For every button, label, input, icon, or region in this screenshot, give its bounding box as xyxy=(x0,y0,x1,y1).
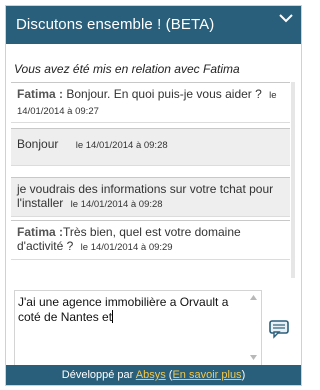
absys-link[interactable]: Absys xyxy=(136,369,166,381)
message-timestamp: le 14/01/2014 à 09:28 xyxy=(70,199,163,210)
message-input-value: J'ai une agence immobilière a Orvault a … xyxy=(18,295,229,324)
message-text: Bonjour xyxy=(17,137,59,151)
footer-prefix: Développé par xyxy=(61,369,136,381)
message-text: Bonjour. En quoi puis-je vous aider ? xyxy=(63,87,262,101)
chevron-down-icon[interactable] xyxy=(279,10,293,23)
footer-suffix: ) xyxy=(241,369,246,381)
input-scrollbar[interactable] xyxy=(247,292,260,364)
message-item: je voudrais des informations sur votre t… xyxy=(11,177,290,217)
triangle-down-icon[interactable] xyxy=(250,355,257,360)
message-list: Fatima : Bonjour. En quoi puis-je vous a… xyxy=(11,82,290,278)
message-item: Fatima : Bonjour. En quoi puis-je vous a… xyxy=(11,82,290,123)
chat-title: Discutons ensemble ! (BETA) xyxy=(16,16,215,33)
message-author: Fatima : xyxy=(17,225,64,239)
send-button[interactable] xyxy=(268,319,290,339)
footer: Développé par Absys (En savoir plus) xyxy=(6,365,301,385)
text-caret xyxy=(112,310,114,323)
message-input[interactable]: J'ai une agence immobilière a Orvault a … xyxy=(18,295,244,361)
chat-bubble-icon xyxy=(268,320,290,343)
chat-header: Discutons ensemble ! (BETA) xyxy=(6,6,301,44)
chat-widget: Discutons ensemble ! (BETA) Vous avez ét… xyxy=(5,5,302,386)
message-item: Fatima :Très bien, quel est votre domain… xyxy=(11,220,290,260)
message-timestamp: le 14/01/2014 à 09:29 xyxy=(80,242,173,253)
connection-notice: Vous avez été mis en relation avec Fatim… xyxy=(14,62,240,76)
message-item: Bonjour le 14/01/2014 à 09:28 xyxy=(11,128,290,166)
message-scrollbar[interactable] xyxy=(288,82,298,278)
learn-more-link[interactable]: En savoir plus xyxy=(172,369,241,381)
scroll-track xyxy=(291,82,295,278)
message-author: Fatima : xyxy=(17,87,64,101)
message-timestamp: le 14/01/2014 à 09:28 xyxy=(75,140,168,151)
message-input-area: J'ai une agence immobilière a Orvault a … xyxy=(14,290,262,366)
triangle-up-icon[interactable] xyxy=(250,295,257,300)
